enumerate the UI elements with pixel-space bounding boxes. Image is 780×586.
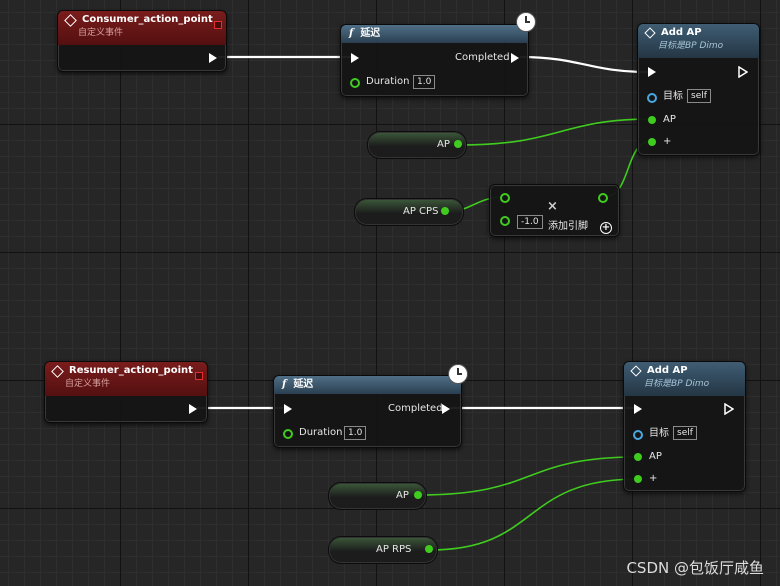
event-title: Resumer_action_point	[69, 365, 193, 376]
multiply-node[interactable]: × -1.0 添加引脚 +	[489, 184, 620, 237]
var-out-pin[interactable]	[425, 545, 433, 553]
duration-pin[interactable]	[283, 429, 293, 439]
duration-label: Duration	[366, 76, 410, 87]
ap-label: AP	[663, 114, 676, 125]
exec-in-pin[interactable]	[634, 404, 642, 414]
close-icon: ×	[547, 199, 558, 214]
plus-pin[interactable]	[634, 475, 642, 483]
addap-title: Add AP	[647, 365, 688, 376]
exec-in-pin[interactable]	[648, 67, 656, 77]
function-icon: f	[282, 379, 287, 390]
plus-label: +	[663, 136, 672, 147]
var-out-pin[interactable]	[441, 207, 449, 215]
exec-in-pin[interactable]	[284, 404, 292, 414]
delegate-pin-icon[interactable]	[214, 21, 222, 29]
delay-node-2[interactable]: f 延迟 Completed Duration 1.0	[273, 375, 462, 448]
add-pin-icon[interactable]: +	[600, 222, 612, 234]
ap-variable-node-1[interactable]: AP	[367, 131, 467, 159]
multiply-input[interactable]: -1.0	[517, 215, 543, 229]
output-pin[interactable]	[598, 193, 608, 203]
addap-subtitle: 目标是BP Dimo	[644, 379, 710, 389]
add-ap-node-1[interactable]: Add AP 目标是BP Dimo 目标 self AP +	[637, 23, 760, 156]
exec-out-pin[interactable]	[738, 66, 748, 78]
exec-in-pin[interactable]	[351, 53, 359, 63]
delay-title: 延迟	[360, 28, 381, 39]
exec-out-pin[interactable]	[724, 403, 734, 415]
ap-label: AP	[649, 451, 662, 462]
addap-title: Add AP	[661, 27, 702, 38]
clock-icon	[516, 12, 536, 32]
delegate-pin-icon[interactable]	[195, 372, 203, 380]
clock-icon	[448, 364, 468, 384]
event-title: Consumer_action_point	[82, 14, 213, 25]
event-header: Consumer_action_point 自定义事件	[58, 11, 226, 45]
target-pin[interactable]	[647, 93, 657, 103]
completed-label: Completed	[455, 52, 510, 63]
duration-input[interactable]: 1.0	[344, 426, 367, 440]
addap-subtitle: 目标是BP Dimo	[658, 41, 724, 51]
exec-out-pin[interactable]	[209, 53, 217, 63]
event-diamond-icon	[630, 365, 642, 377]
plus-pin[interactable]	[648, 138, 656, 146]
var-label: AP	[396, 490, 409, 501]
add-ap-node-2[interactable]: Add AP 目标是BP Dimo 目标 self AP +	[623, 361, 746, 492]
event-subtitle: 自定义事件	[65, 379, 111, 389]
plus-label: +	[649, 473, 658, 484]
target-value[interactable]: self	[673, 426, 697, 440]
event-diamond-icon	[644, 27, 656, 39]
ap-pin[interactable]	[648, 116, 656, 124]
input-pin-b[interactable]	[500, 216, 510, 226]
target-pin[interactable]	[633, 430, 643, 440]
completed-label: Completed	[388, 403, 443, 414]
var-label: AP	[437, 139, 450, 150]
watermark: CSDN @包饭厅咸鱼	[626, 559, 764, 577]
duration-input[interactable]: 1.0	[413, 75, 436, 89]
var-out-pin[interactable]	[414, 491, 422, 499]
resumer-event-node[interactable]: Resumer_action_point 自定义事件	[44, 361, 208, 423]
target-label: 目标	[649, 428, 669, 439]
function-header: f 延迟	[274, 376, 461, 394]
ap-pin[interactable]	[634, 453, 642, 461]
exec-out-pin[interactable]	[189, 404, 197, 414]
delay-title: 延迟	[293, 379, 314, 390]
event-subtitle: 自定义事件	[78, 28, 124, 38]
exec-out-pin[interactable]	[511, 53, 519, 63]
var-out-pin[interactable]	[454, 140, 462, 148]
duration-label: Duration	[299, 427, 343, 438]
event-diamond-icon	[51, 364, 64, 378]
exec-out-pin[interactable]	[442, 404, 450, 414]
ap-variable-node-2[interactable]: AP	[328, 482, 427, 510]
delay-node-1[interactable]: f 延迟 Completed Duration 1.0	[340, 24, 529, 97]
var-label: AP CPS	[403, 206, 439, 217]
function-header: f 延迟	[341, 25, 528, 43]
apcps-variable-node[interactable]: AP CPS	[354, 198, 464, 226]
aprps-variable-node[interactable]: AP RPS	[328, 536, 438, 564]
duration-pin[interactable]	[350, 78, 360, 88]
target-label: 目标	[663, 91, 683, 102]
event-header: Resumer_action_point 自定义事件	[45, 362, 207, 396]
consumer-event-node[interactable]: Consumer_action_point 自定义事件	[57, 10, 227, 72]
function-header: Add AP 目标是BP Dimo	[638, 24, 759, 58]
add-pin-label[interactable]: 添加引脚	[548, 221, 588, 233]
function-header: Add AP 目标是BP Dimo	[624, 362, 745, 396]
input-pin-a[interactable]	[500, 193, 510, 203]
target-value[interactable]: self	[687, 89, 711, 103]
function-icon: f	[349, 28, 354, 39]
event-diamond-icon	[64, 13, 77, 27]
var-label: AP RPS	[376, 544, 412, 555]
